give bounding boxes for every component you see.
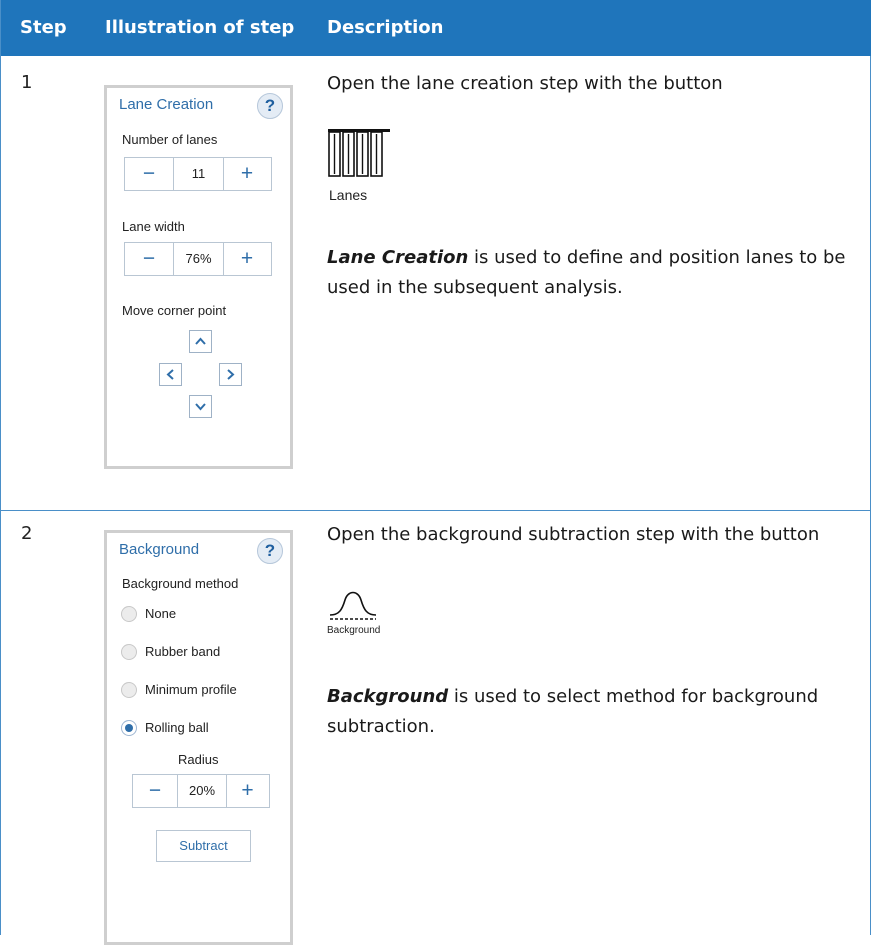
move-down-button[interactable] [189, 395, 212, 418]
panel-title: Lane Creation [119, 96, 214, 113]
move-right-button[interactable] [219, 363, 242, 386]
help-icon[interactable]: ? [257, 93, 283, 119]
radio-button[interactable] [121, 682, 137, 698]
step-1-description: Lane Creation is used to define and posi… [327, 243, 859, 303]
radius-stepper: − 20% + [132, 774, 270, 808]
lanes-value[interactable]: 11 [173, 158, 224, 190]
step-2-intro: Open the background subtraction step wit… [327, 524, 820, 545]
step-number-2: 2 [21, 523, 33, 544]
row-divider [1, 510, 871, 511]
procedure-table: Step Illustration of step Description 1 … [0, 0, 871, 945]
width-decrement-button[interactable]: − [125, 243, 173, 275]
chevron-left-icon [166, 369, 174, 380]
lane-width-label: Lane width [122, 219, 185, 234]
step-2-description: Background is used to select method for … [327, 682, 859, 742]
move-left-button[interactable] [159, 363, 182, 386]
radio-label: Minimum profile [145, 682, 237, 697]
background-term: Background [327, 686, 449, 707]
radio-label: Rubber band [145, 644, 221, 659]
header-description: Description [327, 17, 444, 38]
number-of-lanes-label: Number of lanes [122, 132, 218, 147]
radius-increment-button[interactable]: + [226, 775, 269, 807]
subtract-button[interactable]: Subtract [156, 830, 251, 862]
lane-width-stepper: − 76% + [124, 242, 272, 276]
step-1-intro: Open the lane creation step with the but… [327, 73, 723, 94]
header-illustration: Illustration of step [105, 17, 295, 38]
background-panel: Background ? Background method None Rubb… [104, 530, 293, 945]
background-method-label: Background method [122, 576, 239, 591]
lanes-icon-caption: Lanes [329, 187, 368, 203]
radius-value[interactable]: 20% [177, 775, 227, 807]
step-number-1: 1 [21, 72, 33, 93]
lanes-icon [328, 129, 390, 177]
radio-label: Rolling ball [145, 720, 209, 735]
background-curve-icon [329, 591, 377, 620]
lanes-increment-button[interactable]: + [223, 158, 271, 190]
chevron-up-icon [195, 337, 206, 345]
radius-label: Radius [178, 752, 219, 767]
radio-button[interactable] [121, 606, 137, 622]
lanes-decrement-button[interactable]: − [125, 158, 173, 190]
width-increment-button[interactable]: + [223, 243, 271, 275]
width-value[interactable]: 76% [173, 243, 224, 275]
move-corner-label: Move corner point [122, 303, 227, 318]
radius-decrement-button[interactable]: − [133, 775, 177, 807]
lane-creation-term: Lane Creation [327, 247, 469, 268]
radio-button[interactable] [121, 644, 137, 660]
header-step: Step [20, 17, 67, 38]
radio-button-selected[interactable] [121, 720, 137, 736]
radio-label: None [145, 606, 177, 621]
lane-creation-panel: Lane Creation ? Number of lanes − 11 + L… [104, 85, 293, 469]
table-header: Step Illustration of step Description [1, 0, 871, 56]
move-up-button[interactable] [189, 330, 212, 353]
chevron-down-icon [195, 403, 206, 411]
background-icon-caption: Background [327, 625, 381, 636]
help-icon[interactable]: ? [257, 538, 283, 564]
panel-title: Background [119, 541, 200, 558]
chevron-right-icon [227, 369, 235, 380]
number-of-lanes-stepper: − 11 + [124, 157, 272, 191]
